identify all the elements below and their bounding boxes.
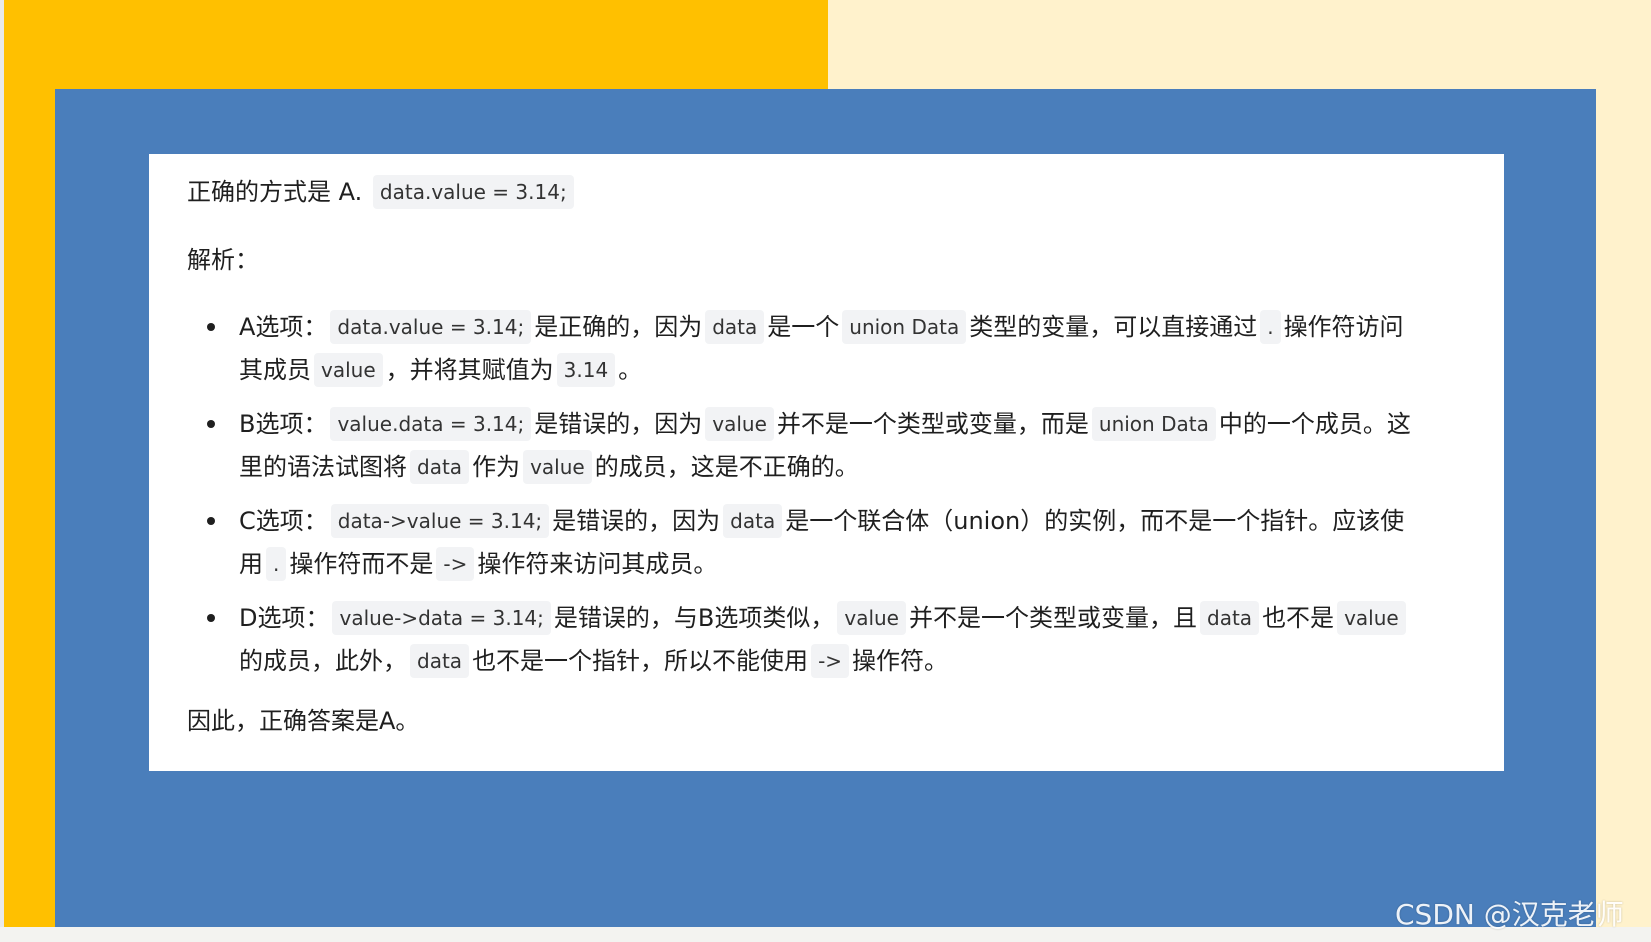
option-text: 是错误的，与B选项类似，: [553, 604, 835, 632]
option-line-2: 的成员，此外， data 也不是一个指针，所以不能使用 -> 操作符。: [239, 640, 1471, 683]
option-line-1: A选项： data.value = 3.14; 是正确的，因为 data 是一个 unio…: [239, 306, 1471, 349]
option-d: D选项： value->data = 3.14; 是错误的，与B选项类似， value…: [187, 597, 1471, 683]
option-text: 类型的变量，可以直接通过: [969, 313, 1258, 341]
options-list: A选项： data.value = 3.14; 是正确的，因为 data 是一个 unio…: [187, 306, 1466, 683]
answer-code: data.value = 3.14;: [372, 175, 574, 209]
bullet-dot: [207, 420, 215, 428]
option-text: ，并将其赋值为: [385, 356, 554, 384]
inline-code: data: [705, 310, 765, 344]
option-text: 其成员: [239, 356, 311, 384]
inline-code: value: [705, 407, 774, 441]
bullet-dot: [207, 614, 215, 622]
option-text: 作为: [472, 453, 521, 481]
analysis-label: 解析：: [187, 246, 259, 274]
option-text: C选项：: [239, 507, 328, 535]
inline-code: .: [1260, 310, 1281, 344]
option-text: 操作符访问: [1283, 313, 1404, 341]
inline-code: value->data = 3.14;: [332, 601, 551, 635]
answer-card: 正确的方式是 A. data.value = 3.14; 解析： A选项： dat…: [149, 154, 1504, 771]
inline-code: data: [1200, 601, 1260, 635]
answer-prefix: 正确的方式是 A.: [187, 178, 363, 206]
option-text: 用: [239, 550, 263, 578]
conclusion-text: 因此，正确答案是A。: [187, 707, 420, 735]
option-text: 也不是一个指针，所以不能使用: [472, 647, 809, 675]
inline-code: value: [523, 450, 592, 484]
inline-code: data: [410, 644, 470, 678]
option-text: 的成员，此外，: [239, 647, 407, 675]
option-line-1: B选项： value.data = 3.14; 是错误的，因为 value 并不是一个类…: [239, 403, 1471, 446]
option-text: 也不是: [1262, 604, 1335, 632]
slide-canvas: 正确的方式是 A. data.value = 3.14; 解析： A选项： dat…: [0, 0, 1651, 942]
option-line-2: 里的语法试图将 data 作为 value 的成员，这是不正确的。: [239, 446, 1471, 489]
option-c: C选项： data->value = 3.14; 是错误的，因为 data 是一个联合体…: [187, 500, 1471, 586]
inline-code: data: [723, 504, 783, 538]
option-text: 是一个: [767, 313, 840, 341]
option-text: 是一个联合体（union）的实例，而不是一个指针。应该使: [785, 507, 1405, 535]
inline-code: .: [266, 547, 287, 581]
bullet-dot: [207, 517, 215, 525]
option-text: 是正确的，因为: [534, 313, 703, 341]
option-line-1: D选项： value->data = 3.14; 是错误的，与B选项类似， value…: [239, 597, 1471, 640]
option-line-2: 用. 操作符而不是 -> 操作符来访问其成员。: [239, 543, 1471, 586]
inline-code: data.value = 3.14;: [330, 310, 532, 344]
answer-line: 正确的方式是 A. data.value = 3.14;: [187, 174, 1466, 210]
option-text: B选项：: [239, 410, 328, 438]
inline-code: 3.14: [556, 353, 616, 387]
option-text: 。: [618, 356, 643, 384]
option-line-1: C选项： data->value = 3.14; 是错误的，因为 data 是一个联合体…: [239, 500, 1471, 543]
inline-code: data: [410, 450, 470, 484]
bullet-dot: [207, 323, 215, 331]
option-text: 是错误的，因为: [552, 507, 721, 535]
csdn-watermark: CSDN @汉克老师: [1395, 898, 1624, 931]
option-text: 并不是一个类型或变量，而是: [776, 410, 1089, 438]
option-text: 并不是一个类型或变量，且: [909, 604, 1197, 632]
option-text: 的成员，这是不正确的。: [594, 453, 859, 481]
inline-code: ->: [811, 644, 850, 678]
inline-code: data->value = 3.14;: [330, 504, 550, 538]
inline-code: union Data: [1091, 407, 1216, 441]
option-text: 操作符。: [852, 647, 949, 675]
option-b: B选项： value.data = 3.14; 是错误的，因为 value 并不是一个类…: [187, 403, 1471, 489]
inline-code: ->: [436, 547, 475, 581]
option-text: 中的一个成员。这: [1218, 410, 1411, 438]
inline-code: value.data = 3.14;: [330, 407, 532, 441]
option-a: A选项： data.value = 3.14; 是正确的，因为 data 是一个 unio…: [187, 306, 1471, 392]
option-text: 操作符来访问其成员。: [477, 550, 718, 578]
inline-code: value: [837, 601, 906, 635]
option-text: 操作符而不是: [289, 550, 434, 578]
inline-code: value: [314, 353, 383, 387]
inline-code: value: [1337, 601, 1406, 635]
option-line-2: 其成员 value ，并将其赋值为 3.14。: [239, 349, 1471, 392]
inline-code: union Data: [842, 310, 967, 344]
option-text: 是错误的，因为: [534, 410, 703, 438]
option-text: A选项：: [239, 313, 328, 341]
option-text: 里的语法试图将: [239, 453, 407, 481]
option-text: D选项：: [239, 604, 330, 632]
